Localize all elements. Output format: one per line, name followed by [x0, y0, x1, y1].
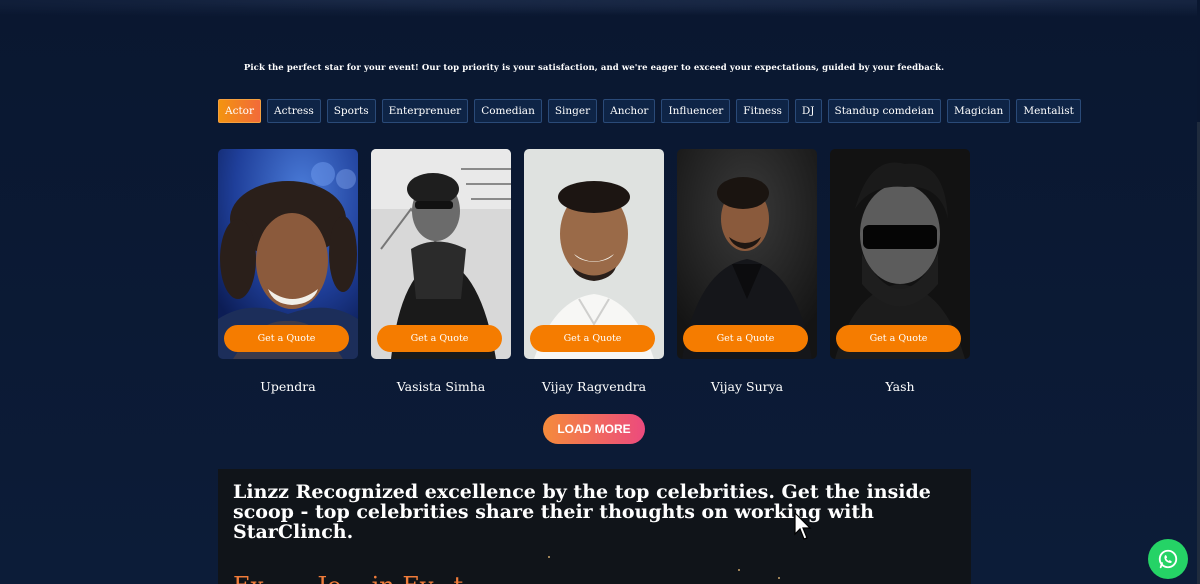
tab-mentalist[interactable]: Mentalist — [1016, 99, 1081, 123]
whatsapp-icon — [1158, 549, 1178, 569]
celebrity-card-image[interactable]: Get a Quote — [677, 149, 817, 359]
testimonial-subheading: Ex... ...Jo... in Ev...t — [233, 572, 463, 584]
tab-sports[interactable]: Sports — [326, 99, 376, 123]
whatsapp-button[interactable] — [1148, 539, 1188, 579]
celebrity-name[interactable]: Yash — [830, 379, 970, 394]
get-a-quote-button[interactable]: Get a Quote — [224, 325, 349, 352]
tab-dj[interactable]: DJ — [794, 99, 822, 123]
category-tabs: Actor Actress Sports Enterprenuer Comedi… — [218, 99, 1081, 123]
celebrity-card: Get a Quote Upendra — [218, 149, 358, 394]
celebrity-card: Get a Quote Yash — [830, 149, 970, 394]
tab-standup-comedian[interactable]: Standup comdeian — [827, 99, 941, 123]
celebrity-name[interactable]: Vijay Surya — [677, 379, 817, 394]
celebrity-card: Get a Quote Vasista Simha — [371, 149, 511, 394]
tab-actor[interactable]: Actor — [218, 99, 262, 123]
testimonial-section: Linzz Recognized excellence by the top c… — [218, 469, 971, 584]
tab-influencer[interactable]: Influencer — [661, 99, 731, 123]
top-glow — [0, 0, 1200, 20]
load-more-button[interactable]: LOAD MORE — [543, 414, 645, 444]
sparkle-decoration — [738, 569, 740, 571]
sparkle-decoration — [778, 577, 780, 579]
celebrity-card-image[interactable]: Get a Quote — [371, 149, 511, 359]
tab-anchor[interactable]: Anchor — [603, 99, 656, 123]
get-a-quote-button[interactable]: Get a Quote — [683, 325, 808, 352]
celebrity-name[interactable]: Vasista Simha — [371, 379, 511, 394]
tab-comedian[interactable]: Comedian — [474, 99, 542, 123]
testimonial-heading: Linzz Recognized excellence by the top c… — [233, 481, 931, 543]
celebrity-card: Get a Quote Vijay Ragvendra — [524, 149, 664, 394]
get-a-quote-button[interactable]: Get a Quote — [530, 325, 655, 352]
tab-actress[interactable]: Actress — [267, 99, 321, 123]
get-a-quote-button[interactable]: Get a Quote — [377, 325, 502, 352]
tab-enterprenuer[interactable]: Enterprenuer — [381, 99, 469, 123]
celebrity-cards: Get a Quote Upendra Get a Quote Vasista … — [218, 149, 970, 394]
tab-singer[interactable]: Singer — [547, 99, 598, 123]
intro-text: Pick the perfect star for your event! Ou… — [243, 63, 945, 73]
celebrity-name[interactable]: Upendra — [218, 379, 358, 394]
celebrity-card-image[interactable]: Get a Quote — [524, 149, 664, 359]
celebrity-card-image[interactable]: Get a Quote — [218, 149, 358, 359]
celebrity-name[interactable]: Vijay Ragvendra — [524, 379, 664, 394]
celebrity-card-image[interactable]: Get a Quote — [830, 149, 970, 359]
tab-fitness[interactable]: Fitness — [736, 99, 789, 123]
sparkle-decoration — [548, 556, 550, 558]
page: Pick the perfect star for your event! Ou… — [0, 0, 1200, 584]
celebrity-card: Get a Quote Vijay Surya — [677, 149, 817, 394]
mouse-pointer-icon — [794, 511, 814, 542]
get-a-quote-button[interactable]: Get a Quote — [836, 325, 961, 352]
tab-magician[interactable]: Magician — [946, 99, 1011, 123]
